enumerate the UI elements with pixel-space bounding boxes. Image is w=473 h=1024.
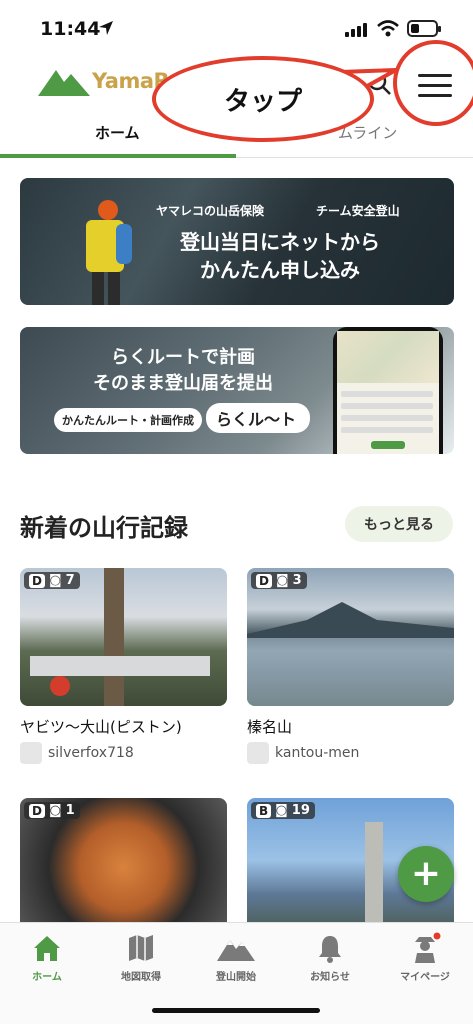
raku-route-banner[interactable]: らくルートで計画 そのまま登山届を提出 かんたんルート・計画作成 らくル〜ト <box>20 327 454 454</box>
nav-mypage-label: マイページ <box>400 972 450 983</box>
insurance-line-1: 登山当日にネットから <box>180 230 380 254</box>
nav-start-label: 登山開始 <box>216 972 256 983</box>
tap-annotation-bubble: タップ <box>152 56 374 142</box>
status-bar: 11:44 <box>0 0 473 58</box>
location-arrow-icon <box>99 21 113 35</box>
signal-icon <box>345 23 367 37</box>
nav-map[interactable]: 地図取得 <box>94 931 188 983</box>
photo-count: 19 <box>291 803 310 818</box>
section-title: 新着の山行記録 <box>20 514 188 542</box>
app-logo[interactable]: YamaR <box>38 66 170 96</box>
username: silverfox718 <box>48 745 134 761</box>
avatar <box>20 742 42 764</box>
nav-home[interactable]: ホーム <box>0 931 94 983</box>
nav-map-label: 地図取得 <box>121 972 161 983</box>
route-line-1: らくルートで計画 <box>111 347 255 368</box>
status-time: 11:44 <box>40 18 101 40</box>
nav-home-label: ホーム <box>32 972 62 983</box>
camera-icon: ◙ <box>275 573 289 588</box>
difficulty-level: D <box>29 803 45 818</box>
record-user[interactable]: kantou-men <box>247 742 359 764</box>
insurance-banner[interactable]: ヤマレコの山岳保険 チーム安全登山 登山当日にネットから かんたん申し込み <box>20 178 454 305</box>
record-photo[interactable]: D ◙ 1 <box>20 798 227 936</box>
record-title[interactable]: ヤビツ〜大山(ピストン) <box>20 716 182 737</box>
difficulty-level: B <box>256 803 272 818</box>
nav-mypage[interactable]: マイページ <box>378 931 472 983</box>
add-record-fab[interactable]: + <box>398 846 454 902</box>
wifi-icon <box>377 20 399 37</box>
user-hiker-icon <box>415 932 441 963</box>
nav-start-climb[interactable]: 登山開始 <box>189 931 283 983</box>
hiker-illustration <box>86 200 132 305</box>
map-preview <box>337 331 439 383</box>
insurance-banner-headline: 登山当日にネットから かんたん申し込み <box>180 228 380 284</box>
tap-annotation-text: タップ <box>223 86 302 117</box>
bell-icon <box>319 936 341 963</box>
route-feature-chip: かんたんルート・計画作成 <box>54 408 202 432</box>
raku-route-logo: らくル〜ト <box>206 403 311 433</box>
camera-icon: ◙ <box>48 803 62 818</box>
photo-count: 7 <box>65 573 75 588</box>
battery-icon <box>407 20 441 37</box>
username: kantou-men <box>275 745 360 761</box>
record-title[interactable]: 榛名山 <box>247 716 292 737</box>
record-badge: D ◙ 7 <box>24 572 80 589</box>
record-user[interactable]: silverfox718 <box>20 742 134 764</box>
record-photo[interactable]: D ◙ 7 <box>20 568 227 706</box>
camera-icon: ◙ <box>48 573 62 588</box>
raku-route-headline: らくルートで計画 そのまま登山届を提出 <box>68 345 298 397</box>
home-indicator <box>152 1008 320 1013</box>
home-icon <box>34 936 60 961</box>
photo-count: 3 <box>292 573 302 588</box>
mountain-logo-icon <box>38 70 90 96</box>
insurance-line-2: かんたん申し込み <box>200 258 360 282</box>
map-icon <box>129 935 153 961</box>
mountain-icon <box>217 940 255 961</box>
insurance-banner-tag: ヤマレコの山岳保険 <box>156 204 265 218</box>
menu-highlight-circle <box>393 40 473 126</box>
record-photo[interactable]: D ◙ 3 <box>247 568 454 706</box>
record-badge: D ◙ 3 <box>251 572 307 589</box>
record-badge: B ◙ 19 <box>251 802 315 819</box>
avatar <box>247 742 269 764</box>
difficulty-level: D <box>29 573 45 588</box>
phone-mockup <box>333 327 443 454</box>
camera-icon: ◙ <box>275 803 288 818</box>
nav-notifications[interactable]: お知らせ <box>283 931 377 983</box>
difficulty-level: D <box>256 573 272 588</box>
record-badge: D ◙ 1 <box>24 802 80 819</box>
photo-count: 1 <box>65 803 75 818</box>
tab-active-indicator <box>0 154 236 158</box>
see-more-button[interactable]: もっと見る <box>345 506 453 542</box>
nav-notifications-label: お知らせ <box>310 972 350 983</box>
tab-home[interactable]: ホーム <box>95 122 140 143</box>
route-line-2: そのまま登山届を提出 <box>93 373 273 394</box>
team-safety-tag: チーム安全登山 <box>316 204 400 218</box>
